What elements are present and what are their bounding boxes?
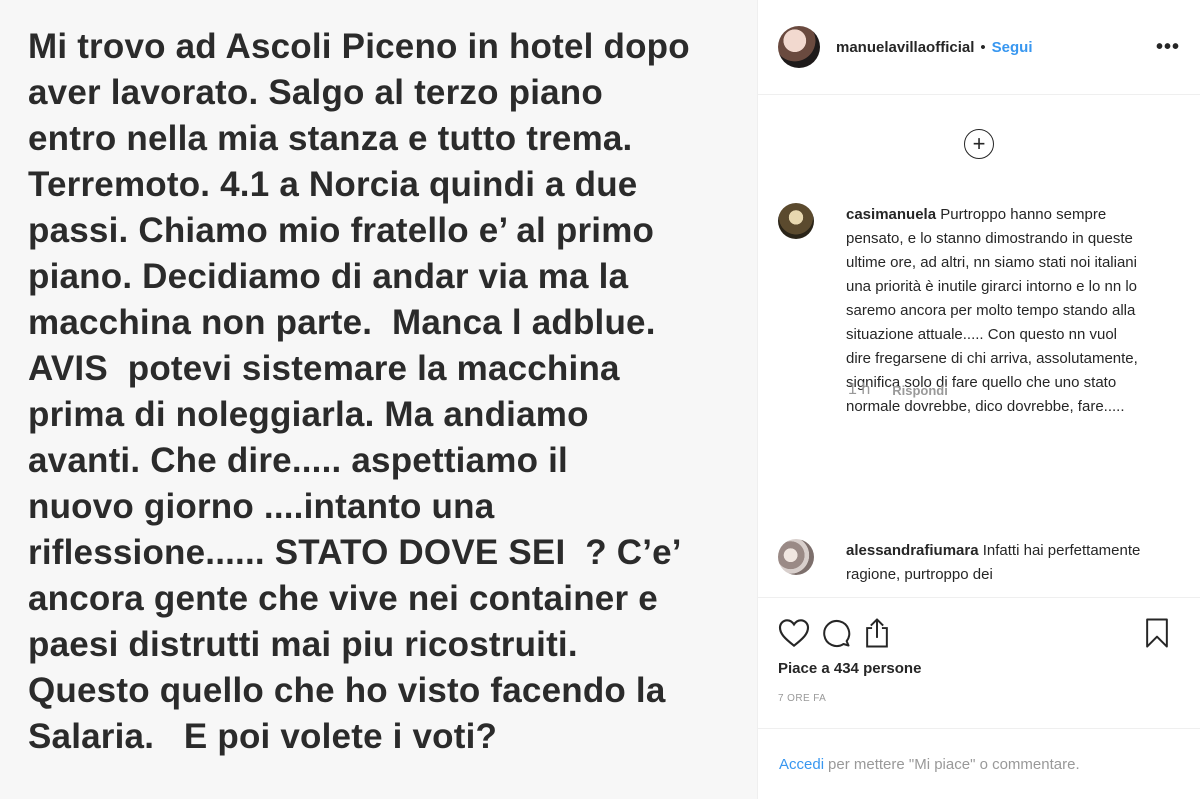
- separator-dot: •: [980, 38, 986, 56]
- avatar[interactable]: [778, 26, 820, 68]
- post-timestamp: 7 ORE FA: [778, 693, 827, 704]
- comment-time: 1 h: [848, 381, 871, 398]
- comment-item: alessandrafiumara Infatti hai perfettame…: [778, 539, 1146, 587]
- share-icon[interactable]: [862, 617, 892, 649]
- comment-icon[interactable]: [820, 618, 852, 648]
- reply-button[interactable]: Rispondi: [892, 383, 948, 398]
- likes-count[interactable]: Piace a 434 persone: [778, 660, 1180, 677]
- comments-section: + casimanuela Purtroppo hanno sempre pen…: [758, 95, 1200, 597]
- post-sidebar: manuelavillaofficial • Segui ••• + casim…: [757, 0, 1200, 799]
- more-options-icon[interactable]: •••: [1156, 36, 1180, 59]
- comment-meta: 1 h Rispondi: [848, 381, 948, 399]
- comment-item: casimanuela Purtroppo hanno sempre pensa…: [778, 203, 1146, 419]
- comment-username[interactable]: casimanuela: [846, 206, 936, 223]
- login-prompt: Accedi per mettere "Mi piace" o commenta…: [758, 728, 1200, 799]
- action-icons: [778, 598, 1180, 668]
- post-header: manuelavillaofficial • Segui •••: [758, 0, 1200, 95]
- post-text: Mi trovo ad Ascoli Piceno in hotel dopo …: [28, 27, 690, 756]
- login-link[interactable]: Accedi: [779, 756, 824, 773]
- post-image: Mi trovo ad Ascoli Piceno in hotel dopo …: [0, 0, 757, 799]
- comment-username[interactable]: alessandrafiumara: [846, 542, 979, 559]
- heart-icon[interactable]: [778, 618, 810, 648]
- plus-circle-icon: +: [972, 131, 986, 156]
- comment-body: alessandrafiumara Infatti hai perfettame…: [846, 539, 1146, 587]
- login-prompt-text: per mettere "Mi piace" o commentare.: [828, 755, 1080, 773]
- bookmark-icon[interactable]: [1144, 617, 1170, 649]
- author-username[interactable]: manuelavillaofficial: [836, 39, 974, 56]
- avatar[interactable]: [778, 203, 814, 239]
- post-actions: Piace a 434 persone 7 ORE FA: [758, 597, 1200, 704]
- follow-button[interactable]: Segui: [992, 39, 1033, 56]
- load-more-comments-button[interactable]: +: [964, 129, 994, 159]
- avatar[interactable]: [778, 539, 814, 575]
